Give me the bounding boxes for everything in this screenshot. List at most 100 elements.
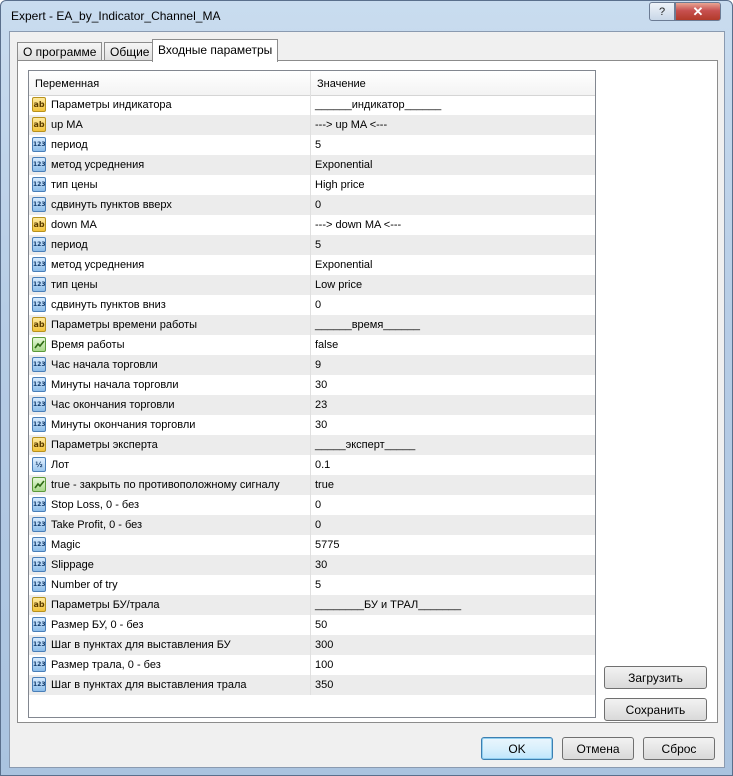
cancel-button[interactable]: Отмена bbox=[562, 737, 634, 760]
parameter-value[interactable]: 5 bbox=[311, 575, 595, 595]
parameter-value[interactable]: Exponential bbox=[311, 155, 595, 175]
parameter-value[interactable]: 50 bbox=[311, 615, 595, 635]
table-row[interactable]: 123 сдвинуть пунктов вниз 0 bbox=[29, 295, 595, 315]
parameter-name-cell: ab Параметры времени работы bbox=[29, 315, 311, 335]
table-row[interactable]: 123 Час окончания торговли 23 bbox=[29, 395, 595, 415]
parameter-value[interactable]: false bbox=[311, 335, 595, 355]
parameters-grid[interactable]: Переменная Значение ab Параметры индикато… bbox=[28, 70, 596, 718]
table-row[interactable]: 123 Минуты начала торговли 30 bbox=[29, 375, 595, 395]
parameter-value[interactable]: 0 bbox=[311, 295, 595, 315]
reset-button[interactable]: Сброс bbox=[643, 737, 715, 760]
parameter-name: Magic bbox=[51, 539, 81, 551]
parameter-name-cell: 123 Stop Loss, 0 - без bbox=[29, 495, 311, 515]
parameter-name-cell: 123 Минуты начала торговли bbox=[29, 375, 311, 395]
parameter-value[interactable]: 5 bbox=[311, 135, 595, 155]
tab-common[interactable]: Общие bbox=[104, 42, 156, 61]
table-row[interactable]: 123 метод усреднения Exponential bbox=[29, 255, 595, 275]
column-header-value[interactable]: Значение bbox=[311, 71, 595, 95]
close-button[interactable]: ✕ bbox=[675, 2, 721, 21]
table-row[interactable]: 123 Magic 5775 bbox=[29, 535, 595, 555]
table-row[interactable]: ab down MA ---> down MA <--- bbox=[29, 215, 595, 235]
parameter-value[interactable]: ---> down MA <--- bbox=[311, 215, 595, 235]
parameter-name: тип цены bbox=[51, 279, 98, 291]
table-row[interactable]: ab Параметры эксперта _____эксперт_____ bbox=[29, 435, 595, 455]
parameter-value[interactable]: 0 bbox=[311, 195, 595, 215]
table-row[interactable]: 123 Час начала торговли 9 bbox=[29, 355, 595, 375]
parameter-value[interactable]: 9 bbox=[311, 355, 595, 375]
parameter-value[interactable]: 0 bbox=[311, 495, 595, 515]
parameter-value[interactable]: 30 bbox=[311, 415, 595, 435]
parameter-value[interactable]: true bbox=[311, 475, 595, 495]
table-row[interactable]: 123 Шаг в пунктах для выставления БУ 300 bbox=[29, 635, 595, 655]
table-row[interactable]: ½ Лот 0.1 bbox=[29, 455, 595, 475]
parameter-value[interactable]: Low price bbox=[311, 275, 595, 295]
parameter-name: метод усреднения bbox=[51, 159, 145, 171]
integer-type-icon: 123 bbox=[32, 397, 46, 412]
table-row[interactable]: 123 Размер БУ, 0 - без 50 bbox=[29, 615, 595, 635]
table-row[interactable]: 123 метод усреднения Exponential bbox=[29, 155, 595, 175]
parameter-value[interactable]: ________БУ и ТРАЛ_______ bbox=[311, 595, 595, 615]
parameter-name: Размер трала, 0 - без bbox=[51, 659, 161, 671]
tab-about[interactable]: О программе bbox=[17, 42, 103, 61]
parameter-value[interactable]: 30 bbox=[311, 555, 595, 575]
table-row[interactable]: 123 тип цены High price bbox=[29, 175, 595, 195]
table-row[interactable]: 123 тип цены Low price bbox=[29, 275, 595, 295]
parameter-name-cell: ab Параметры эксперта bbox=[29, 435, 311, 455]
parameter-value[interactable]: ---> up MA <--- bbox=[311, 115, 595, 135]
help-icon: ? bbox=[658, 5, 666, 18]
table-row[interactable]: 123 период 5 bbox=[29, 235, 595, 255]
parameter-value[interactable]: ______индикатор______ bbox=[311, 95, 595, 115]
parameter-name-cell: 123 сдвинуть пунктов вверх bbox=[29, 195, 311, 215]
parameter-value[interactable]: 350 bbox=[311, 675, 595, 695]
parameter-value[interactable]: 0 bbox=[311, 515, 595, 535]
parameter-name-cell: 123 Take Profit, 0 - без bbox=[29, 515, 311, 535]
parameter-value[interactable]: 100 bbox=[311, 655, 595, 675]
parameter-value[interactable]: 5 bbox=[311, 235, 595, 255]
integer-type-icon: 123 bbox=[32, 377, 46, 392]
parameter-name-cell: ab Параметры БУ/трала bbox=[29, 595, 311, 615]
parameter-value[interactable]: 0.1 bbox=[311, 455, 595, 475]
expert-dialog-window: Expert - EA_by_Indicator_Channel_MA ? ✕ … bbox=[0, 0, 733, 776]
column-header-variable[interactable]: Переменная bbox=[29, 71, 311, 95]
parameter-name-cell: 123 период bbox=[29, 135, 311, 155]
table-row[interactable]: ab up MA ---> up MA <--- bbox=[29, 115, 595, 135]
table-row[interactable]: 123 период 5 bbox=[29, 135, 595, 155]
parameter-value[interactable]: 23 bbox=[311, 395, 595, 415]
table-row[interactable]: Время работы false bbox=[29, 335, 595, 355]
table-row[interactable]: true - закрыть по противоположному сигна… bbox=[29, 475, 595, 495]
parameter-name-cell: ab Параметры индикатора bbox=[29, 95, 311, 115]
parameter-name: Лот bbox=[51, 459, 70, 471]
parameter-value[interactable]: Exponential bbox=[311, 255, 595, 275]
parameter-value[interactable]: 5775 bbox=[311, 535, 595, 555]
table-row[interactable]: ab Параметры времени работы ______время___… bbox=[29, 315, 595, 335]
help-button[interactable]: ? bbox=[649, 2, 675, 21]
table-row[interactable]: 123 Slippage 30 bbox=[29, 555, 595, 575]
tab-inputs[interactable]: Входные параметры bbox=[152, 39, 279, 62]
save-button[interactable]: Сохранить bbox=[604, 698, 707, 721]
ok-button[interactable]: OK bbox=[481, 737, 553, 760]
parameter-value[interactable]: 30 bbox=[311, 375, 595, 395]
parameter-name: Минуты окончания торговли bbox=[51, 419, 196, 431]
parameter-name-cell: 123 Час окончания торговли bbox=[29, 395, 311, 415]
parameter-name-cell: 123 Magic bbox=[29, 535, 311, 555]
parameter-value[interactable]: _____эксперт_____ bbox=[311, 435, 595, 455]
parameter-name: Параметры индикатора bbox=[51, 99, 172, 111]
parameter-value[interactable]: 300 bbox=[311, 635, 595, 655]
table-row[interactable]: 123 сдвинуть пунктов вверх 0 bbox=[29, 195, 595, 215]
load-button[interactable]: Загрузить bbox=[604, 666, 707, 689]
table-row[interactable]: 123 Stop Loss, 0 - без 0 bbox=[29, 495, 595, 515]
table-row[interactable]: 123 Number of try 5 bbox=[29, 575, 595, 595]
table-row[interactable]: ab Параметры индикатора ______индикатор___… bbox=[29, 95, 595, 115]
table-row[interactable]: 123 Take Profit, 0 - без 0 bbox=[29, 515, 595, 535]
dialog-client-area: О программе Общие Входные параметры Пере… bbox=[9, 31, 725, 768]
parameter-value[interactable]: High price bbox=[311, 175, 595, 195]
title-bar[interactable]: Expert - EA_by_Indicator_Channel_MA ? ✕ bbox=[1, 1, 732, 31]
table-row[interactable]: ab Параметры БУ/трала ________БУ и ТРАЛ___… bbox=[29, 595, 595, 615]
table-row[interactable]: 123 Шаг в пунктах для выставления трала 35… bbox=[29, 675, 595, 695]
table-row[interactable]: 123 Размер трала, 0 - без 100 bbox=[29, 655, 595, 675]
table-row[interactable]: 123 Минуты окончания торговли 30 bbox=[29, 415, 595, 435]
string-type-icon: ab bbox=[32, 437, 46, 452]
parameter-name-cell: 123 Шаг в пунктах для выставления БУ bbox=[29, 635, 311, 655]
parameter-value[interactable]: ______время______ bbox=[311, 315, 595, 335]
string-type-icon: ab bbox=[32, 97, 46, 112]
